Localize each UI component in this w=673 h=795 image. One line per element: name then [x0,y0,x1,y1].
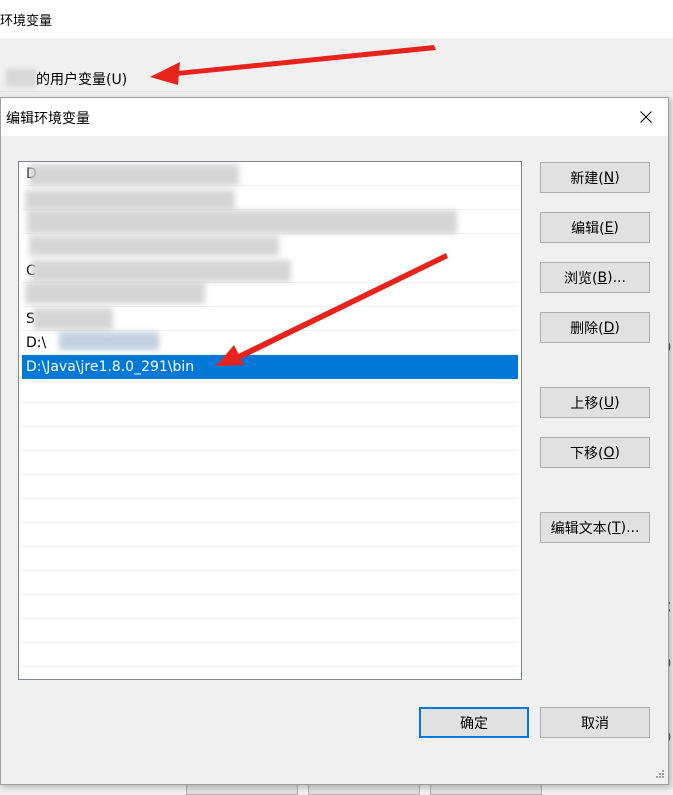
obscured-region [33,308,113,330]
list-item[interactable] [22,475,518,499]
obscured-region [27,210,457,234]
list-item[interactable] [22,547,518,571]
edit-env-var-dialog: 编辑环境变量 D C S D:\ D:\Java\jre1.8.0_291\bi… [0,97,669,785]
close-icon [640,111,652,123]
move-down-button[interactable]: 下移(O) [540,437,650,468]
list-item[interactable] [22,499,518,523]
browse-button[interactable]: 浏览(B)... [540,262,650,293]
background-window-title: 环境变量 [0,14,53,29]
user-variables-label: 的用户变量(U) [0,66,673,92]
list-item[interactable] [22,643,518,667]
list-item[interactable] [22,403,518,427]
dialog-titlebar: 编辑环境变量 [1,98,668,136]
dialog-title: 编辑环境变量 [6,111,90,127]
close-button[interactable] [624,98,668,136]
obscured-username [6,69,36,87]
obscured-region [31,260,291,282]
list-item[interactable] [22,595,518,619]
move-up-button[interactable]: 上移(U) [540,387,650,418]
background-separator [0,91,673,92]
cancel-button[interactable]: 取消 [540,707,650,738]
list-item[interactable] [22,451,518,475]
user-variables-label-text: 的用户变量(U) [36,72,128,88]
new-button[interactable]: 新建(N) [540,162,650,193]
list-item[interactable] [22,523,518,547]
list-item[interactable] [22,619,518,643]
path-entries-list[interactable]: D C S D:\ D:\Java\jre1.8.0_291\bin [18,161,522,680]
obscured-region [29,236,279,256]
obscured-region [59,332,159,350]
list-item[interactable] [22,379,518,403]
delete-button[interactable]: 删除(D) [540,312,650,343]
edit-button[interactable]: 编辑(E) [540,212,650,243]
list-item[interactable] [22,427,518,451]
background-window-titlebar: 环境变量 [0,0,673,38]
obscured-region [29,164,239,186]
list-item[interactable] [22,571,518,595]
ok-button[interactable]: 确定 [419,707,529,738]
resize-grip-icon[interactable] [654,770,664,780]
edit-text-button[interactable]: 编辑文本(T)... [540,512,650,543]
obscured-region [25,282,205,304]
obscured-region [25,190,235,210]
list-item-selected[interactable]: D:\Java\jre1.8.0_291\bin [22,355,518,379]
